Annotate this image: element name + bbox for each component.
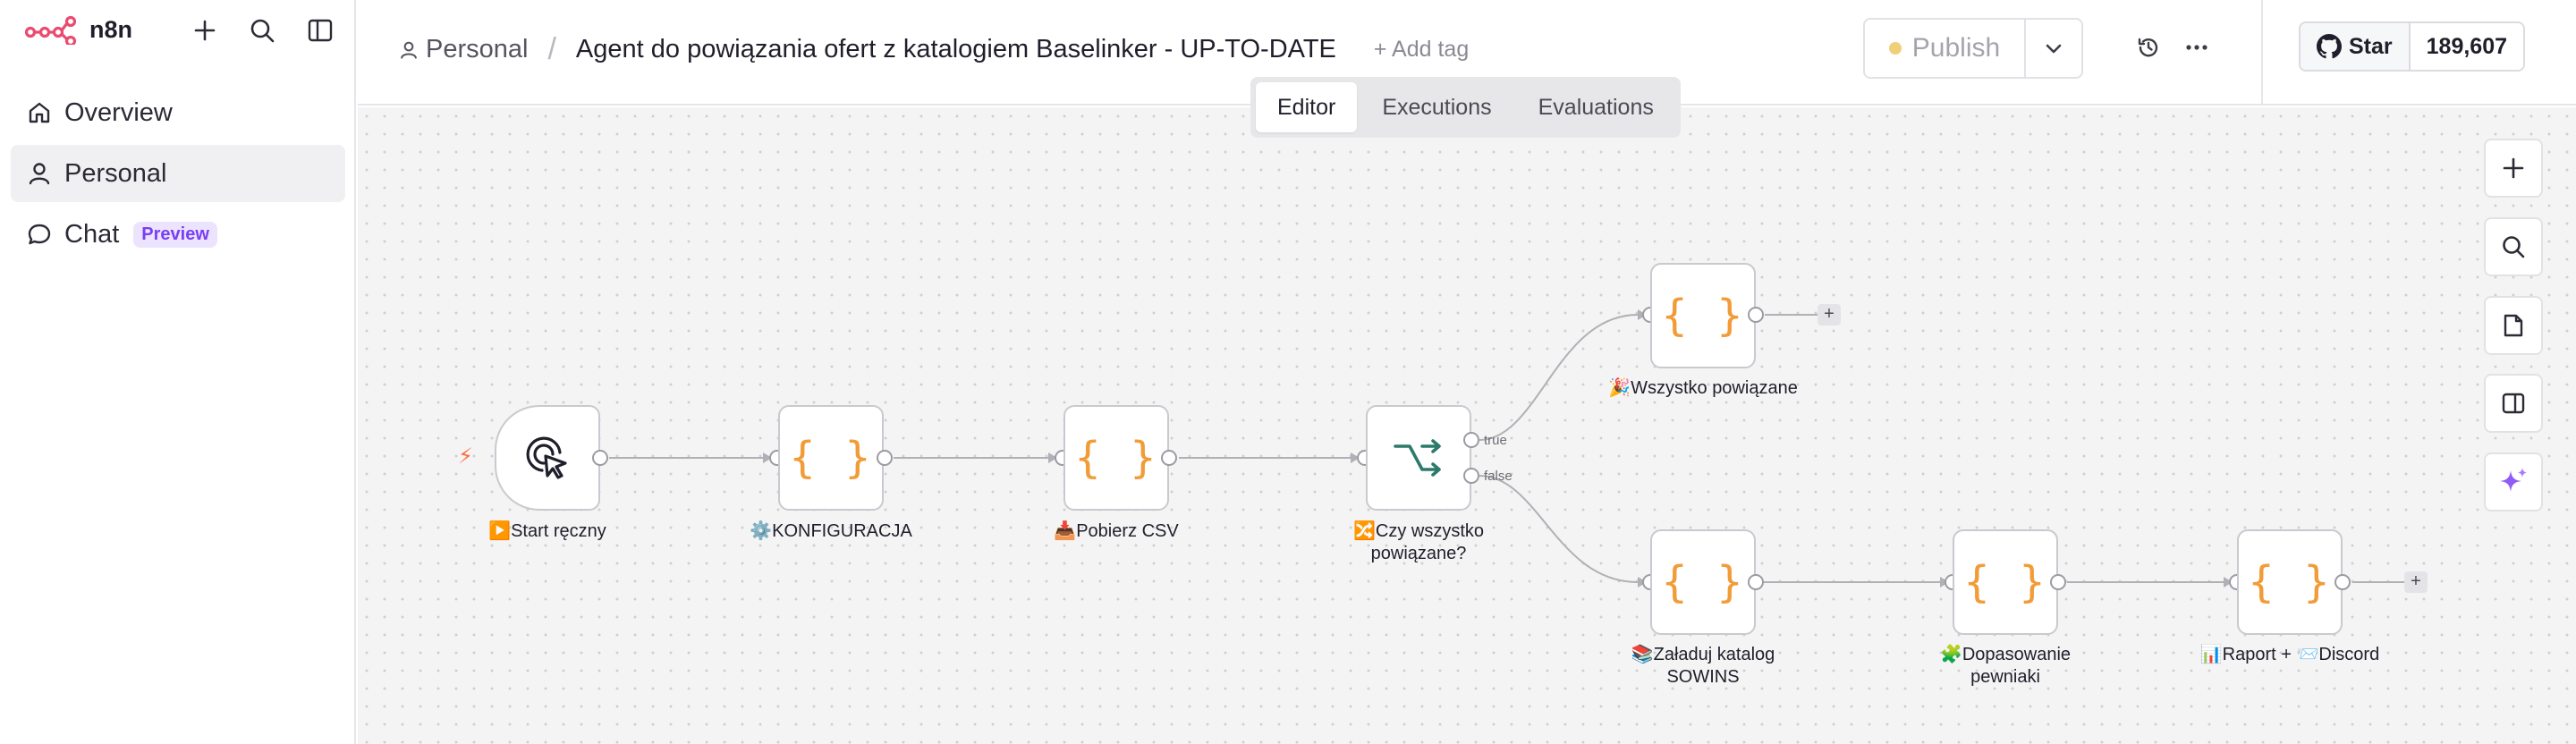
output-port[interactable]	[1161, 450, 1177, 466]
add-node-plus-icon[interactable]: +	[1818, 304, 1841, 326]
search-icon[interactable]	[244, 13, 280, 48]
node-label-done: 🎉Wszystko powiązane	[1608, 378, 1798, 398]
history-icon[interactable]	[2131, 30, 2166, 65]
app-name: n8n	[89, 15, 133, 43]
output-port[interactable]	[877, 450, 893, 466]
output-port[interactable]	[2334, 574, 2351, 590]
branch-label-false: false	[1484, 469, 1513, 484]
publish-dropdown-button[interactable]	[2026, 20, 2081, 77]
sidebar-item-label: Chat	[64, 219, 120, 249]
node-report[interactable]: { }	[2237, 529, 2343, 635]
sidebar-item-label: Personal	[64, 158, 167, 188]
node-match[interactable]: { }	[1953, 529, 2058, 635]
n8n-logo-icon	[25, 15, 77, 45]
trigger-bolt-icon: ⚡	[458, 444, 473, 469]
search-nodes-button[interactable]	[2484, 217, 2543, 276]
ai-assistant-button[interactable]	[2484, 452, 2543, 512]
user-icon	[29, 163, 50, 185]
output-port[interactable]	[592, 450, 608, 466]
github-star-widget: Star 189,607	[2299, 21, 2526, 72]
node-label-csv: 📥Pobierz CSV	[1054, 521, 1179, 541]
node-label-line: 📚Załaduj katalog	[1631, 645, 1775, 664]
add-icon[interactable]	[187, 13, 223, 48]
cursor-click-icon	[526, 436, 567, 479]
code-icon: { }	[2248, 557, 2332, 607]
publish-label: Publish	[1911, 33, 2001, 63]
code-icon: { }	[1963, 557, 2047, 607]
publish-button[interactable]: Publish	[1865, 20, 2026, 77]
node-start[interactable]	[495, 405, 600, 511]
chevron-down-icon	[2046, 44, 2062, 54]
node-label-match: 🧩Dopasowanie pewniaki	[1889, 644, 2122, 689]
node-label-load-catalog: 📚Załaduj katalog SOWINS	[1587, 644, 1819, 689]
code-icon: { }	[1074, 433, 1158, 483]
node-label-line: pewniaki	[1970, 667, 2040, 687]
breadcrumb-separator: /	[547, 32, 556, 66]
sidebar-item-personal[interactable]: Personal	[11, 145, 345, 202]
add-node-plus-icon[interactable]: +	[2404, 571, 2428, 593]
node-label-line: SOWINS	[1666, 667, 1740, 687]
github-star-button[interactable]: Star	[2301, 23, 2411, 70]
status-dot	[1888, 42, 1902, 55]
if-branch-icon	[1394, 439, 1441, 477]
sparkle-icon	[2500, 468, 2527, 492]
sticky-note-button[interactable]	[2484, 296, 2543, 355]
output-port[interactable]	[2050, 574, 2066, 590]
node-label-config: ⚙️KONFIGURACJA	[750, 521, 912, 541]
home-icon	[29, 102, 50, 123]
search-icon	[2503, 236, 2525, 258]
github-star-label: Star	[2349, 33, 2393, 59]
node-label-report: 📊Raport + 📨Discord	[2199, 645, 2380, 664]
tab-evaluations[interactable]: Evaluations	[1517, 82, 1675, 132]
node-done[interactable]: { }	[1650, 263, 1756, 368]
sidebar: n8n Overview Personal Chat Preview	[0, 0, 356, 744]
node-csv[interactable]: { }	[1063, 405, 1169, 511]
sidebar-item-overview[interactable]: Overview	[11, 84, 345, 141]
sidebar-item-label: Overview	[64, 97, 173, 127]
add-tag-button[interactable]: + Add tag	[1374, 37, 1469, 63]
more-options-icon[interactable]	[2179, 30, 2215, 65]
github-icon	[2317, 34, 2342, 59]
sidebar-nav: Overview Personal Chat Preview	[11, 84, 345, 266]
code-icon: { }	[789, 433, 873, 483]
collapse-sidebar-icon[interactable]	[302, 13, 338, 48]
code-icon: { }	[1661, 291, 1745, 341]
node-label-start: ▶️Start ręczny	[488, 521, 606, 541]
node-label-if: 🔀Czy wszystko powiązane?	[1302, 520, 1535, 565]
add-node-button[interactable]	[2484, 139, 2543, 198]
view-tabs: Editor Executions Evaluations	[1250, 77, 1681, 138]
github-star-count[interactable]: 189,607	[2410, 23, 2524, 70]
workflow-title[interactable]: Agent do powiązania ofert z katalogiem B…	[576, 35, 1336, 64]
tab-editor[interactable]: Editor	[1256, 82, 1358, 132]
output-port[interactable]	[1748, 307, 1764, 323]
node-if[interactable]	[1366, 405, 1471, 511]
n8n-logo[interactable]: n8n	[25, 14, 132, 45]
node-load-catalog[interactable]: { }	[1650, 529, 1756, 635]
breadcrumb-project-label: Personal	[426, 35, 529, 63]
output-port-true[interactable]	[1463, 432, 1479, 448]
node-label-line: 🔀Czy wszystko	[1352, 521, 1485, 541]
breadcrumb-project[interactable]: Personal	[399, 35, 528, 64]
chat-icon	[28, 224, 51, 245]
sidebar-item-chat[interactable]: Chat Preview	[11, 206, 345, 263]
branch-label-true: true	[1484, 433, 1507, 448]
tab-executions[interactable]: Executions	[1360, 82, 1513, 132]
breadcrumb: Personal / Agent do powiązania ofert z k…	[399, 32, 1469, 67]
node-config[interactable]: { }	[778, 405, 884, 511]
preview-badge: Preview	[133, 221, 217, 248]
sticky-note-icon	[2504, 314, 2523, 337]
toggle-panel-button[interactable]	[2484, 374, 2543, 433]
output-port-false[interactable]	[1463, 468, 1479, 484]
output-port[interactable]	[1748, 574, 1764, 590]
plus-icon	[2503, 157, 2524, 179]
node-label-line: 🧩Dopasowanie	[1939, 645, 2072, 664]
node-label-line: powiązane?	[1370, 544, 1467, 563]
panel-icon	[2502, 393, 2525, 414]
user-icon	[401, 41, 417, 59]
publish-group: Publish	[1863, 18, 2083, 79]
code-icon: { }	[1661, 557, 1745, 607]
header-divider	[2261, 0, 2263, 106]
